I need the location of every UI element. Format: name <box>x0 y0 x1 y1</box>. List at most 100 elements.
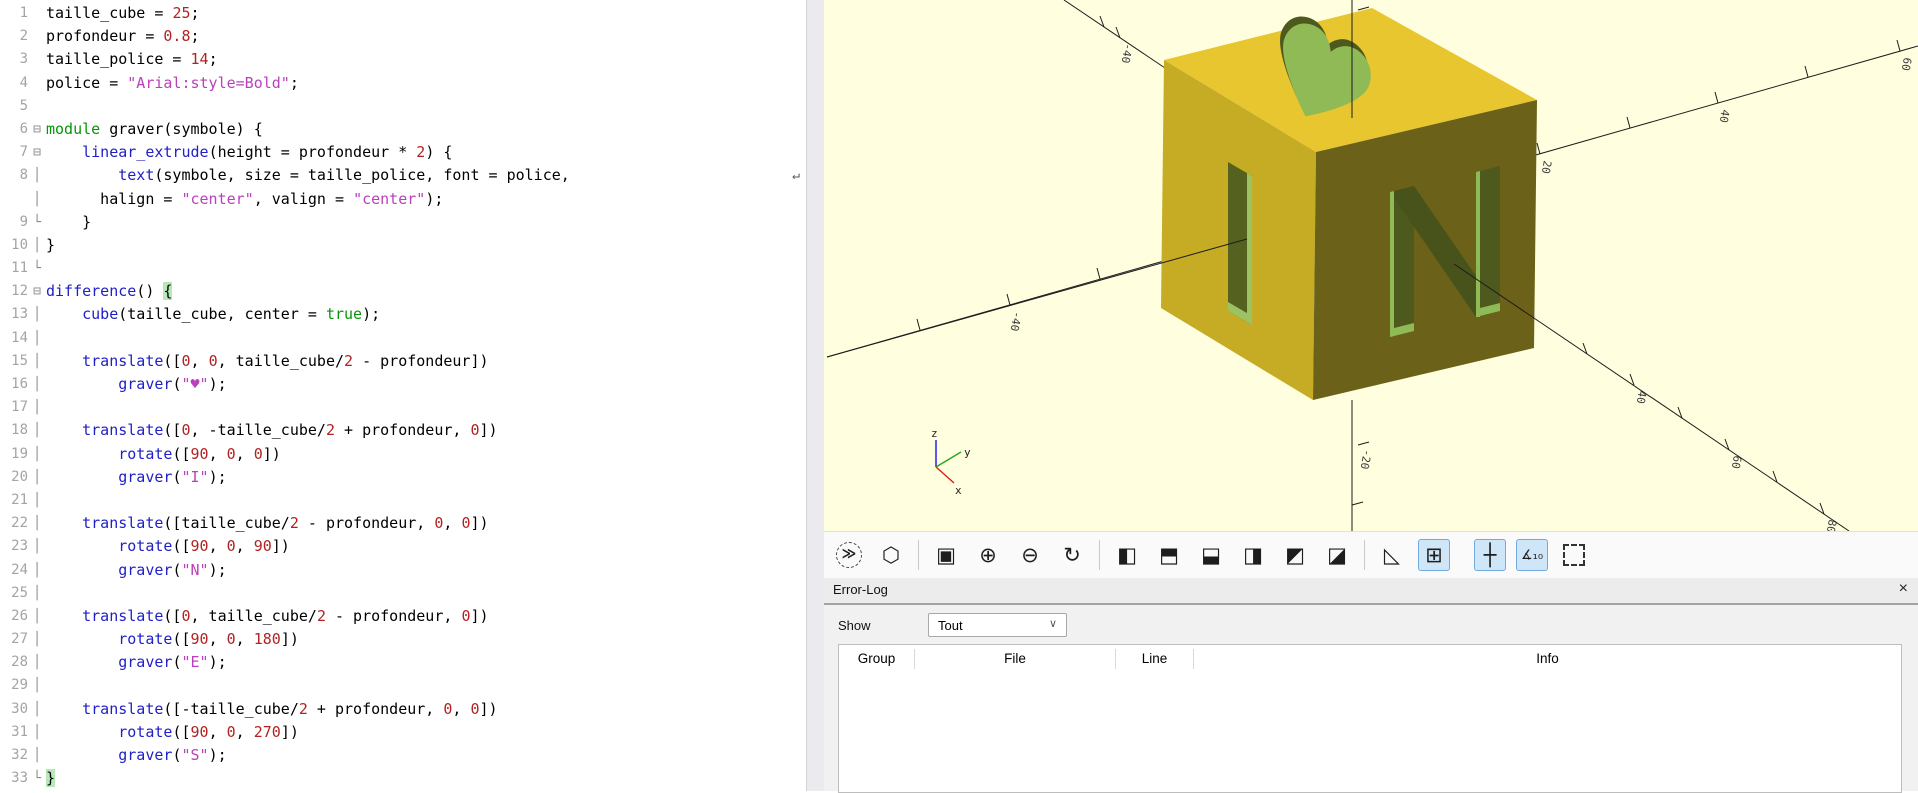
fold-marker: │ <box>33 608 41 624</box>
code-line[interactable]: 18 │ translate([0, -taille_cube/2 + profo… <box>0 419 806 442</box>
fold-marker: │ <box>33 353 41 369</box>
code-line[interactable]: 24 │ graver("N"); <box>0 559 806 582</box>
column-header-file[interactable]: File <box>915 649 1116 669</box>
viewport-toolbar: ≫ ⬡ ▣ ⊕ ⊖ ↻ ◧ ⬒ ⬓ ◨ ◩ ◪ ◺ ⊞ ┼ ∡₁₀ <box>824 531 1918 578</box>
line-number: 30 <box>11 700 28 717</box>
filter-dropdown[interactable]: Tout ∨ <box>928 613 1067 637</box>
preview-button[interactable]: ≫ <box>833 539 865 571</box>
code-line[interactable]: 21 │ <box>0 489 806 512</box>
fold-marker: │ <box>33 724 41 740</box>
code-editor[interactable]: 1 taille_cube = 25; 2 profondeur = 0.8; 3 tai… <box>0 0 806 791</box>
line-number: 2 <box>19 28 28 45</box>
fold-marker: └ <box>33 771 41 787</box>
show-axes-button[interactable]: ┼ <box>1474 539 1506 571</box>
fold-marker[interactable]: ⊟ <box>28 118 46 141</box>
code-line[interactable]: 8 │ text(symbole, size = taille_police, f… <box>0 164 806 187</box>
line-wrap-icon: ↵ <box>792 168 800 184</box>
code-line[interactable]: 29 │ <box>0 674 806 697</box>
code-line[interactable]: 15 │ translate([0, 0, taille_cube/2 - pro… <box>0 350 806 373</box>
view-left-button[interactable]: ◨ <box>1237 539 1269 571</box>
zoom-all-button[interactable]: ▣ <box>930 539 962 571</box>
3d-viewport[interactable]: -40-20204060-4040608020-20 <box>824 0 1918 534</box>
code-line[interactable]: 3 taille_police = 14; <box>0 48 806 71</box>
fold-marker[interactable]: ⊟ <box>28 280 46 303</box>
code-line[interactable]: 22 │ translate([taille_cube/2 - profondeu… <box>0 512 806 535</box>
code-line[interactable]: 25 │ <box>0 582 806 605</box>
axis-label: -40 <box>1008 310 1024 332</box>
view-front-button[interactable]: ◩ <box>1279 539 1311 571</box>
code-line[interactable]: 32 │ graver("S"); <box>0 744 806 767</box>
error-log-table-header: Group File Line Info <box>839 645 1901 673</box>
view-bottom-button[interactable]: ⬓ <box>1195 539 1227 571</box>
axis-tick <box>916 318 921 331</box>
code-line[interactable]: 5 <box>0 95 806 118</box>
close-icon[interactable]: × <box>1899 580 1908 598</box>
line-number: 21 <box>11 491 28 508</box>
fold-marker[interactable]: ⊟ <box>28 141 46 164</box>
render-button[interactable]: ⬡ <box>875 539 907 571</box>
line-number: 8 <box>19 167 28 184</box>
orthogonal-view-button[interactable]: ⊞ <box>1418 539 1450 571</box>
view-right-button[interactable]: ◧ <box>1111 539 1143 571</box>
code-line[interactable]: 2 profondeur = 0.8; <box>0 25 806 48</box>
error-log-titlebar[interactable]: Error-Log × <box>824 578 1918 605</box>
code-line[interactable]: 14 │ <box>0 327 806 350</box>
code-line[interactable]: 28 │ graver("E"); <box>0 651 806 674</box>
view-back-button[interactable]: ◪ <box>1321 539 1353 571</box>
code-line[interactable]: 19 │ rotate([90, 0, 0]) <box>0 443 806 466</box>
line-number: 5 <box>19 97 28 114</box>
axis-label: -40 <box>1119 42 1135 64</box>
axis-tick <box>1804 65 1809 78</box>
code-line[interactable]: 7 ⊟ linear_extrude(height = profondeur * … <box>0 141 806 164</box>
code-line[interactable]: 1 taille_cube = 25; <box>0 2 806 25</box>
line-number: 7 <box>19 144 28 161</box>
zoom-in-button[interactable]: ⊕ <box>972 539 1004 571</box>
reset-view-button[interactable]: ↻ <box>1056 539 1088 571</box>
column-header-info[interactable]: Info <box>1194 649 1901 669</box>
line-number: 11 <box>11 260 28 277</box>
code-line[interactable]: 31 │ rotate([90, 0, 270]) <box>0 721 806 744</box>
code-line[interactable]: 16 │ graver("♥"); <box>0 373 806 396</box>
editor-viewport-splitter[interactable] <box>806 0 824 791</box>
column-header-group[interactable]: Group <box>839 649 915 669</box>
code-text: police = "Arial:style=Bold"; <box>46 73 299 92</box>
code-line[interactable]: 11 └ <box>0 257 806 280</box>
code-line[interactable]: 26 │ translate([0, taille_cube/2 - profon… <box>0 605 806 628</box>
line-number: 18 <box>11 422 28 439</box>
line-number: 12 <box>11 283 28 300</box>
gizmo-y-axis <box>935 451 962 468</box>
show-scale-markers-button[interactable]: ∡₁₀ <box>1516 539 1548 571</box>
code-line[interactable]: 9 └ } <box>0 211 806 234</box>
reset-view-icon: ↻ <box>1063 543 1081 567</box>
fold-marker: │ <box>33 516 41 532</box>
view-all-button[interactable] <box>1558 539 1590 571</box>
code-line[interactable]: 33 └} <box>0 767 806 790</box>
letter-n-right-edge-highlight <box>1476 171 1480 317</box>
code-text: rotate([90, 0, 0]) <box>118 444 281 463</box>
toolbar-separator <box>1364 540 1365 570</box>
code-line[interactable]: 23 │ rotate([90, 0, 90]) <box>0 535 806 558</box>
code-line[interactable]: │ halign = "center", valign = "center"); <box>0 188 806 211</box>
code-line[interactable]: 27 │ rotate([90, 0, 180]) <box>0 628 806 651</box>
code-line[interactable]: 4 police = "Arial:style=Bold"; <box>0 72 806 95</box>
perspective-view-button[interactable]: ◺ <box>1376 539 1408 571</box>
view-top-button[interactable]: ⬒ <box>1153 539 1185 571</box>
fold-marker: │ <box>33 330 41 346</box>
gizmo-z-label: z <box>931 427 938 440</box>
axis-label: -20 <box>1358 448 1374 470</box>
code-line[interactable]: 20 │ graver("I"); <box>0 466 806 489</box>
code-line[interactable]: 13 │ cube(taille_cube, center = true); <box>0 303 806 326</box>
code-line[interactable]: 6 ⊟ module graver(symbole) { <box>0 118 806 141</box>
code-text: translate([0, 0, taille_cube/2 - profond… <box>82 351 489 370</box>
fold-marker: └ <box>33 261 41 277</box>
code-line[interactable]: 10 │} <box>0 234 806 257</box>
code-line[interactable]: 12 ⊟ difference() { <box>0 280 806 303</box>
code-text: halign = "center", valign = "center"); <box>46 189 444 208</box>
cube-right-face <box>1313 100 1537 400</box>
code-line[interactable]: 17 │ <box>0 396 806 419</box>
code-line[interactable]: 30 │ translate([-taille_cube/2 + profonde… <box>0 698 806 721</box>
line-number: 23 <box>11 538 28 555</box>
column-header-line[interactable]: Line <box>1116 649 1194 669</box>
zoom-out-button[interactable]: ⊖ <box>1014 539 1046 571</box>
axis-label: 60 <box>1899 56 1914 71</box>
